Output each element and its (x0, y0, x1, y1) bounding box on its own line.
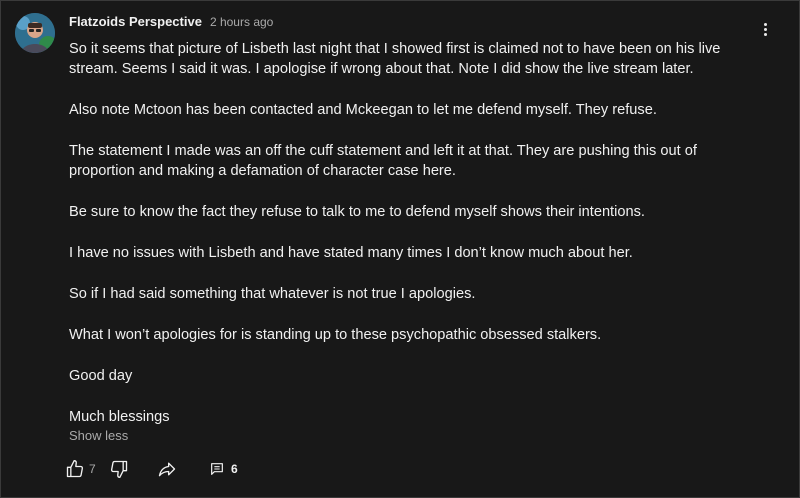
reply-count: 6 (231, 462, 238, 476)
comment-paragraph: Much blessings (69, 409, 170, 425)
like-button[interactable]: 7 (65, 457, 96, 481)
comment-paragraph: Be sure to know the fact they refuse to … (69, 204, 645, 220)
comment-paragraph: I have no issues with Lisbeth and have s… (69, 245, 633, 261)
comment-paragraph: Also note Mctoon has been contacted and … (69, 102, 657, 118)
thumbs-up-icon (66, 460, 84, 478)
show-less-link[interactable]: Show less (69, 428, 128, 443)
comment-body: So it seems that picture of Lisbeth last… (69, 39, 759, 427)
like-count: 7 (89, 462, 96, 476)
comment-paragraph: Good day (69, 368, 133, 384)
comment-paragraph: What I won’t apologies for is standing u… (69, 327, 602, 343)
comment-paragraph: So if I had said something that whatever… (69, 286, 476, 302)
comment-paragraph: So it seems that picture of Lisbeth last… (69, 41, 721, 77)
dislike-button[interactable] (109, 457, 129, 481)
comment-card: Flatzoids Perspective 2 hours ago So it … (0, 0, 800, 498)
avatar-image (15, 13, 55, 53)
comment-header: Flatzoids Perspective 2 hours ago (69, 14, 273, 32)
share-arrow-icon (158, 462, 176, 477)
share-button[interactable] (157, 457, 177, 481)
comment-icon (211, 463, 223, 475)
author-name[interactable]: Flatzoids Perspective (69, 14, 202, 29)
replies-button[interactable]: 6 (209, 457, 238, 481)
comment-paragraph: The statement I made was an off the cuff… (69, 143, 697, 179)
avatar[interactable] (15, 13, 55, 53)
thumbs-down-icon (110, 460, 128, 478)
comment-timestamp[interactable]: 2 hours ago (210, 15, 273, 29)
